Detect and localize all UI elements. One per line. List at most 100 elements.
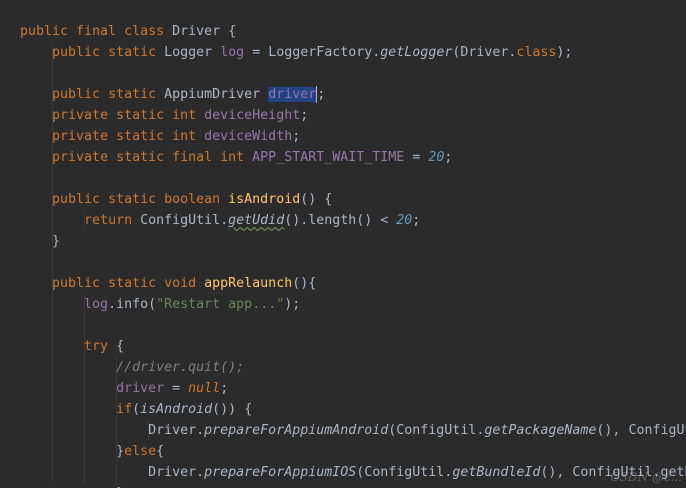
code-token: public final class — [20, 24, 173, 39]
code-token: "Restart app..." — [156, 297, 285, 312]
code-token: log — [84, 297, 109, 312]
code-line[interactable]: private static int deviceHeight; — [20, 105, 308, 126]
code-token: 20 — [396, 213, 413, 228]
code-line[interactable]: try { — [20, 336, 124, 357]
code-token: null — [188, 381, 221, 396]
code-token: ); — [556, 45, 573, 60]
code-token: driver — [268, 87, 317, 102]
code-token: = LoggerFactory. — [244, 45, 381, 60]
code-token: Driver { — [172, 24, 237, 39]
code-line[interactable]: driver = null; — [20, 378, 228, 399]
code-line[interactable]: Driver.prepareForAppiumAndroid(ConfigUti… — [20, 420, 686, 441]
code-token: class — [516, 45, 557, 60]
code-token: (), ConfigUt — [596, 423, 686, 438]
code-line[interactable]: return ConfigUtil.getUdid().length() < 2… — [20, 210, 420, 231]
code-line[interactable]: private static int deviceWidth; — [20, 126, 300, 147]
code-token: Driver. — [148, 423, 205, 438]
code-token: ; — [412, 213, 421, 228]
code-line[interactable]: if(isAndroid()) { — [20, 399, 252, 420]
code-token: 20 — [428, 150, 445, 165]
code-token: ; — [300, 108, 309, 123]
code-token: (ConfigUtil. — [356, 465, 453, 480]
code-token: public static boolean — [52, 192, 229, 207]
code-token: public static — [52, 45, 165, 60]
code-line[interactable]: } — [20, 231, 60, 252]
code-token: ()) { — [212, 402, 253, 417]
code-token: = — [404, 150, 429, 165]
code-line[interactable]: //driver.quit(); — [20, 357, 244, 378]
code-token: ; — [317, 87, 326, 102]
code-token: (){ — [292, 276, 317, 291]
code-token: public static — [52, 87, 165, 102]
code-token: deviceWidth — [204, 129, 293, 144]
code-token: ConfigUtil. — [140, 213, 229, 228]
code-token: (Driver. — [452, 45, 517, 60]
code-token: private static final int — [52, 150, 253, 165]
code-token: Logger — [164, 45, 221, 60]
code-token: try — [84, 339, 117, 354]
code-token: private static int — [52, 108, 205, 123]
code-token: ( — [132, 402, 141, 417]
code-token: ; — [444, 150, 453, 165]
code-line[interactable]: } — [20, 483, 124, 488]
code-token: = — [164, 381, 189, 396]
code-token: () { — [300, 192, 333, 207]
code-line[interactable]: private static final int APP_START_WAIT_… — [20, 147, 452, 168]
code-line[interactable]: public final class Driver { — [20, 21, 236, 42]
code-token: { — [116, 339, 125, 354]
code-token: { — [156, 444, 165, 459]
code-line[interactable]: log.info("Restart app..."); — [20, 294, 300, 315]
code-line[interactable]: }else{ — [20, 441, 164, 462]
code-token: //driver.quit(); — [116, 360, 245, 375]
code-line[interactable]: public static void appRelaunch(){ — [20, 273, 316, 294]
code-token: getLogger — [380, 45, 453, 60]
code-token: isAndroid — [140, 402, 213, 417]
code-token: else — [124, 444, 157, 459]
code-editor[interactable]: public final class Driver { public stati… — [0, 0, 686, 488]
code-token: Driver. — [148, 465, 205, 480]
code-token: APP_START_WAIT_TIME — [252, 150, 405, 165]
code-token: .info( — [108, 297, 157, 312]
code-token: } — [20, 444, 125, 459]
code-line[interactable]: Driver.prepareForAppiumIOS(ConfigUtil.ge… — [20, 462, 686, 483]
code-token: if — [116, 402, 133, 417]
code-token: getPackageName — [484, 423, 597, 438]
code-token: getBundleId — [452, 465, 541, 480]
code-token: AppiumDriver — [164, 87, 269, 102]
code-token: driver — [116, 381, 165, 396]
code-line[interactable]: public static AppiumDriver driver; — [20, 84, 325, 105]
code-token: ; — [220, 381, 229, 396]
code-token: ; — [292, 129, 301, 144]
code-token: appRelaunch — [204, 276, 293, 291]
code-token: prepareForAppiumAndroid — [204, 423, 389, 438]
code-line[interactable]: public static boolean isAndroid() { — [20, 189, 332, 210]
code-token: return — [84, 213, 141, 228]
code-token: isAndroid — [228, 192, 301, 207]
code-token: private static int — [52, 129, 205, 144]
code-token: public static void — [52, 276, 205, 291]
code-token: log — [220, 45, 245, 60]
code-token: ().length() < — [284, 213, 397, 228]
code-token: prepareForAppiumIOS — [204, 465, 357, 480]
code-token: (ConfigUtil. — [388, 423, 485, 438]
code-line[interactable]: public static Logger log = LoggerFactory… — [20, 42, 572, 63]
code-token: deviceHeight — [204, 108, 301, 123]
code-token: ); — [284, 297, 301, 312]
watermark: CSDN @c... — [610, 470, 682, 484]
code-token: } — [20, 234, 61, 249]
